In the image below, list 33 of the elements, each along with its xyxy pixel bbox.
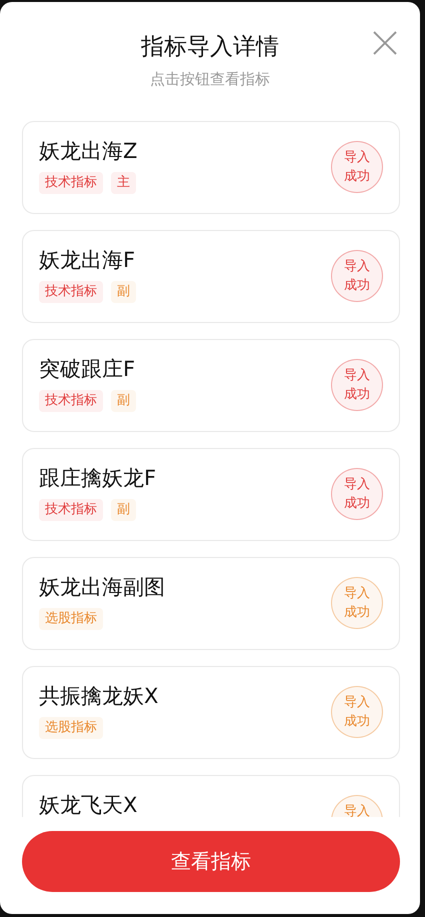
indicator-card[interactable]: 妖龙出海F 技术指标 副 导入 成功 <box>22 230 400 323</box>
indicator-tag: 选股指标 <box>39 717 103 739</box>
indicator-name: 妖龙出海F <box>39 247 136 273</box>
indicator-tag: 副 <box>111 499 136 521</box>
indicator-card[interactable]: 妖龙出海Z 技术指标 主 导入 成功 <box>22 121 400 214</box>
indicator-tag: 技术指标 <box>39 172 103 194</box>
status-stamp: 导入 成功 <box>331 250 383 302</box>
indicator-name: 妖龙出海Z <box>39 138 138 164</box>
status-stamp: 导入 成功 <box>331 468 383 520</box>
indicator-tag: 副 <box>111 390 136 412</box>
indicator-name: 共振擒龙妖X <box>39 683 158 709</box>
indicator-name: 跟庄擒妖龙F <box>39 465 156 491</box>
indicator-tag: 技术指标 <box>39 390 103 412</box>
indicator-tag: 主 <box>111 172 136 194</box>
indicator-card[interactable]: 妖龙出海副图 选股指标 导入 成功 <box>22 557 400 650</box>
close-icon[interactable] <box>372 30 398 56</box>
status-stamp: 导入 成功 <box>331 141 383 193</box>
indicator-tag: 技术指标 <box>39 499 103 521</box>
indicator-tag: 副 <box>111 281 136 303</box>
indicator-card[interactable]: 跟庄擒妖龙F 技术指标 副 导入 成功 <box>22 448 400 541</box>
indicator-name: 妖龙出海副图 <box>39 574 165 600</box>
indicator-tag: 选股指标 <box>39 608 103 630</box>
status-stamp: 导入 成功 <box>331 577 383 629</box>
indicator-card[interactable]: 突破跟庄F 技术指标 副 导入 成功 <box>22 339 400 432</box>
indicator-name: 突破跟庄F <box>39 356 136 382</box>
indicator-card[interactable]: 共振擒龙妖X 选股指标 导入 成功 <box>22 666 400 759</box>
status-stamp: 导入 成功 <box>331 686 383 738</box>
view-indicators-button[interactable]: 查看指标 <box>22 831 400 892</box>
status-stamp: 导入 成功 <box>331 359 383 411</box>
dialog-title: 指标导入详情 <box>141 33 279 61</box>
indicator-name: 妖龙飞天X <box>39 792 138 817</box>
indicator-tag: 技术指标 <box>39 281 103 303</box>
dialog-subtitle: 点击按钮查看指标 <box>150 69 270 89</box>
